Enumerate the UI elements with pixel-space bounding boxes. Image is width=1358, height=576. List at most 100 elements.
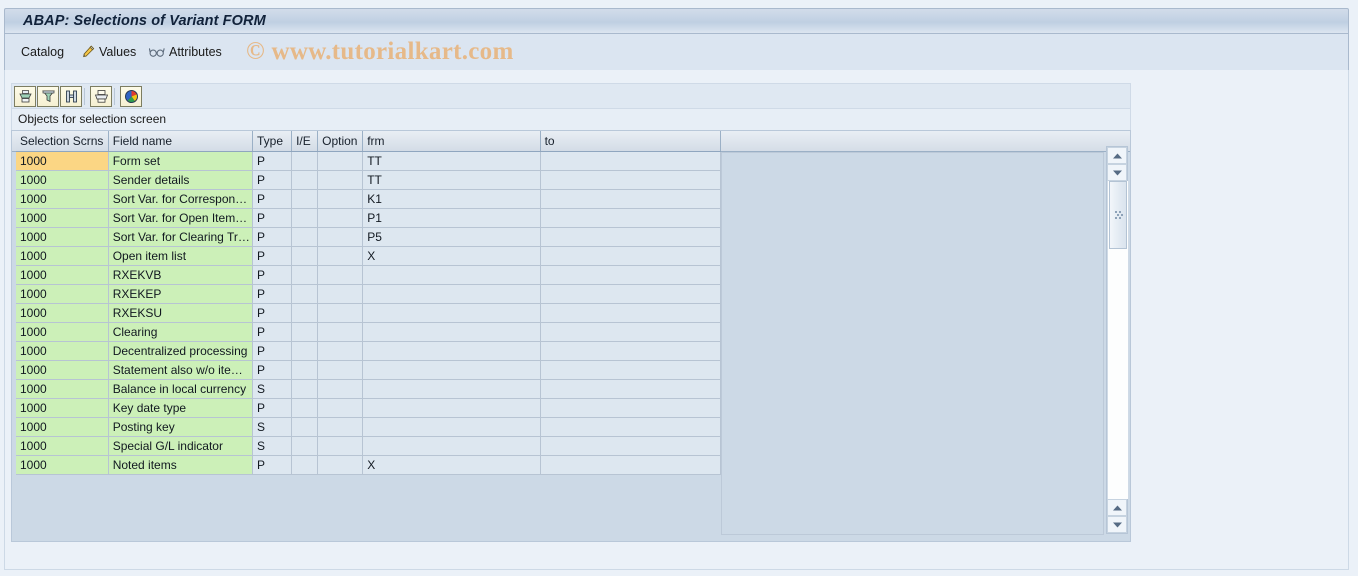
cell-field_name[interactable]: Balance in local currency [108, 379, 253, 399]
cell-ie[interactable] [291, 360, 319, 380]
cell-field_name[interactable]: Form set [108, 151, 253, 171]
cell-field_name[interactable]: Posting key [108, 417, 253, 437]
cell-field_name[interactable]: Sender details [108, 170, 253, 190]
print-preview-icon[interactable] [14, 86, 36, 107]
scrollbar-track[interactable] [1107, 181, 1129, 499]
cell-frm[interactable] [362, 379, 541, 399]
cell-field_name[interactable]: Clearing [108, 322, 253, 342]
cell-frm[interactable]: K1 [362, 189, 541, 209]
cell-type[interactable]: P [252, 303, 293, 323]
table-row[interactable]: 1000 Clearing P [16, 322, 722, 342]
cell-type[interactable]: P [252, 227, 293, 247]
cell-field_name[interactable]: RXEKSU [108, 303, 253, 323]
cell-to[interactable] [540, 246, 722, 266]
cell-to[interactable] [540, 265, 722, 285]
cell-field_name[interactable]: Noted items [108, 455, 253, 475]
cell-type[interactable]: P [252, 455, 293, 475]
cell-to[interactable] [540, 436, 722, 456]
table-row[interactable]: 1000 RXEKSU P [16, 303, 722, 323]
cell-type[interactable]: P [252, 170, 293, 190]
cell-sel_scrn[interactable]: 1000 [16, 265, 109, 285]
cell-to[interactable] [540, 189, 722, 209]
cell-ie[interactable] [291, 170, 319, 190]
cell-to[interactable] [540, 284, 722, 304]
cell-type[interactable]: P [252, 284, 293, 304]
cell-frm[interactable] [362, 436, 541, 456]
cell-to[interactable] [540, 398, 722, 418]
scroll-up-icon[interactable] [1107, 147, 1127, 164]
table-row[interactable]: 1000 Statement also w/o ite… P [16, 360, 722, 380]
cell-type[interactable]: P [252, 151, 293, 171]
grid-vertical-scrollbar[interactable] [1106, 146, 1129, 534]
cell-frm[interactable]: TT [362, 151, 541, 171]
cell-field_name[interactable]: RXEKEP [108, 284, 253, 304]
cell-ie[interactable] [291, 322, 319, 342]
cell-option[interactable] [317, 417, 364, 437]
scrollbar-thumb[interactable] [1109, 181, 1127, 249]
cell-type[interactable]: S [252, 379, 293, 399]
cell-option[interactable] [317, 398, 364, 418]
cell-field_name[interactable]: Statement also w/o ite… [108, 360, 253, 380]
cell-frm[interactable] [362, 417, 541, 437]
cell-option[interactable] [317, 151, 364, 171]
cell-to[interactable] [540, 341, 722, 361]
table-row[interactable]: 1000 RXEKVB P [16, 265, 722, 285]
cell-to[interactable] [540, 208, 722, 228]
table-row[interactable]: 1000 Sort Var. for Open Item… P P1 [16, 208, 722, 228]
cell-type[interactable]: P [252, 189, 293, 209]
cell-ie[interactable] [291, 246, 319, 266]
cell-ie[interactable] [291, 341, 319, 361]
cell-sel_scrn[interactable]: 1000 [16, 170, 109, 190]
cell-option[interactable] [317, 360, 364, 380]
cell-ie[interactable] [291, 227, 319, 247]
cell-frm[interactable]: P5 [362, 227, 541, 247]
cell-type[interactable]: P [252, 208, 293, 228]
cell-sel_scrn[interactable]: 1000 [16, 246, 109, 266]
table-row[interactable]: 1000 Open item list P X [16, 246, 722, 266]
cell-frm[interactable] [362, 322, 541, 342]
cell-type[interactable]: P [252, 322, 293, 342]
cell-field_name[interactable]: Key date type [108, 398, 253, 418]
print-icon[interactable] [90, 86, 112, 107]
scroll-down-bottom-icon[interactable] [1107, 516, 1127, 533]
cell-to[interactable] [540, 227, 722, 247]
cell-option[interactable] [317, 246, 364, 266]
cell-frm[interactable]: P1 [362, 208, 541, 228]
cell-sel_scrn[interactable]: 1000 [16, 284, 109, 304]
cell-frm[interactable]: X [362, 246, 541, 266]
cell-ie[interactable] [291, 398, 319, 418]
cell-option[interactable] [317, 189, 364, 209]
cell-type[interactable]: P [252, 398, 293, 418]
cell-frm[interactable]: TT [362, 170, 541, 190]
cell-type[interactable]: P [252, 360, 293, 380]
table-row[interactable]: 1000 Sort Var. for Correspon… P K1 [16, 189, 722, 209]
cell-field_name[interactable]: RXEKVB [108, 265, 253, 285]
menu-item-catalog[interactable]: Catalog [21, 42, 64, 62]
cell-field_name[interactable]: Open item list [108, 246, 253, 266]
scroll-up-bottom-icon[interactable] [1107, 499, 1127, 516]
column-header-frm[interactable]: frm [362, 131, 541, 152]
cell-sel_scrn[interactable]: 1000 [16, 341, 109, 361]
cell-frm[interactable] [362, 303, 541, 323]
column-header-option[interactable]: Option [317, 131, 364, 152]
cell-sel_scrn[interactable]: 1000 [16, 151, 109, 171]
cell-to[interactable] [540, 303, 722, 323]
cell-sel_scrn[interactable]: 1000 [16, 379, 109, 399]
cell-frm[interactable] [362, 265, 541, 285]
cell-ie[interactable] [291, 151, 319, 171]
cell-ie[interactable] [291, 455, 319, 475]
filter-icon[interactable] [37, 86, 59, 107]
cell-sel_scrn[interactable]: 1000 [16, 398, 109, 418]
table-row[interactable]: 1000 RXEKEP P [16, 284, 722, 304]
table-row[interactable]: 1000 Posting key S [16, 417, 722, 437]
cell-type[interactable]: P [252, 265, 293, 285]
cell-sel_scrn[interactable]: 1000 [16, 208, 109, 228]
cell-field_name[interactable]: Sort Var. for Open Item… [108, 208, 253, 228]
cell-option[interactable] [317, 436, 364, 456]
scroll-down-icon[interactable] [1107, 164, 1127, 181]
cell-ie[interactable] [291, 189, 319, 209]
cell-option[interactable] [317, 341, 364, 361]
cell-to[interactable] [540, 360, 722, 380]
cell-to[interactable] [540, 417, 722, 437]
cell-option[interactable] [317, 208, 364, 228]
